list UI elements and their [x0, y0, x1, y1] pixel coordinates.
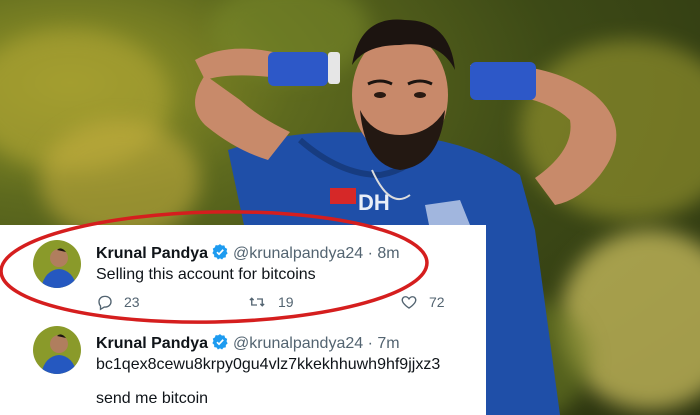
avatar-image	[33, 326, 81, 374]
verified-badge-icon	[212, 244, 228, 260]
user-handle[interactable]: @krunalpandya24	[233, 335, 363, 352]
like-count: 72	[429, 294, 445, 310]
retweet-count: 19	[278, 294, 294, 310]
reply-icon	[98, 295, 112, 311]
user-handle[interactable]: @krunalpandya24	[233, 245, 363, 262]
display-name[interactable]: Krunal Pandya	[96, 245, 208, 262]
avatar[interactable]	[33, 240, 81, 288]
tweet-text: bc1qex8cewu8krpy0gu4vlz7kkekhhuwh9hf9jjx…	[96, 356, 441, 373]
separator-dot: ·	[367, 245, 373, 262]
like-icon	[401, 296, 417, 309]
separator-dot: ·	[367, 335, 373, 352]
tweet-header: Krunal Pandya @krunalpandya24 · 7m	[96, 333, 400, 353]
svg-text:DH: DH	[358, 190, 390, 215]
tweet-header: Krunal Pandya @krunalpandya24 · 8m	[96, 243, 400, 263]
reply-count: 23	[124, 294, 140, 310]
retweet-icon	[249, 297, 265, 307]
tweet-text-line-2: send me bitcoin	[96, 390, 209, 407]
timestamp[interactable]: 7m	[377, 335, 399, 352]
tweet-actions: 23 19 72	[96, 293, 456, 313]
avatar-image	[33, 240, 81, 288]
reply-button[interactable]: 23	[96, 293, 140, 311]
timestamp[interactable]: 8m	[377, 245, 399, 262]
verified-badge-icon	[212, 334, 228, 350]
like-button[interactable]: 72	[399, 293, 445, 311]
retweet-button[interactable]: 19	[246, 293, 294, 311]
avatar[interactable]	[33, 326, 81, 374]
meme-image: DH Krunal Pandya @krunalpandya24 · 8m Se…	[0, 0, 700, 415]
display-name[interactable]: Krunal Pandya	[96, 335, 208, 352]
tweet-text: Selling this account for bitcoins	[96, 266, 316, 283]
